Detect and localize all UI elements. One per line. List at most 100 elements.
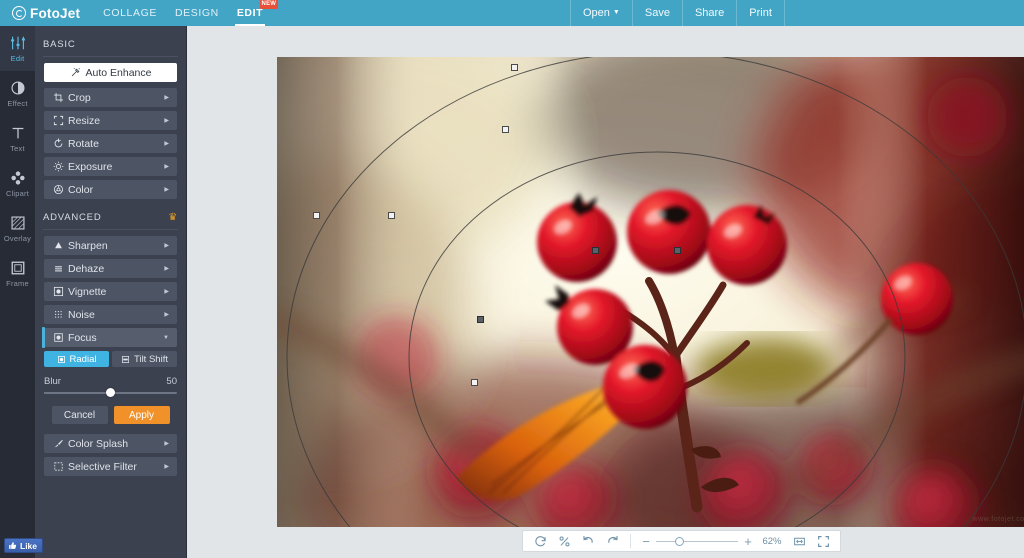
share-button[interactable]: Share xyxy=(681,0,736,26)
focus-mode-radial-label: Radial xyxy=(69,353,97,365)
advanced-item-color-splash[interactable]: Color Splash ▶ xyxy=(44,434,177,453)
logo-swirl-icon xyxy=(12,6,26,20)
redo-icon[interactable] xyxy=(601,531,623,551)
focus-handle-inner-bottom[interactable] xyxy=(476,315,484,323)
blur-slider-labels: Blur 50 xyxy=(44,376,177,387)
nav-tab-collage[interactable]: COLLAGE xyxy=(94,0,166,26)
blur-slider[interactable] xyxy=(44,388,177,397)
advanced-label-color-splash: Color Splash xyxy=(68,437,129,450)
advanced-item-selective-filter[interactable]: Selective Filter ▶ xyxy=(44,457,177,476)
rail-item-frame[interactable]: Frame xyxy=(0,251,35,296)
basic-label-rotate: Rotate xyxy=(68,137,99,150)
thumbs-up-icon xyxy=(9,542,17,549)
color-icon xyxy=(48,184,68,195)
rail-label-overlay: Overlay xyxy=(3,234,32,243)
blur-value: 50 xyxy=(166,376,177,387)
chevron-right-icon: ▶ xyxy=(164,464,169,470)
fotojet-logo[interactable]: FotoJet xyxy=(12,6,80,21)
rail-item-clipart[interactable]: Clipart xyxy=(0,161,35,206)
focus-handle-outer-left[interactable] xyxy=(312,211,320,219)
save-button[interactable]: Save xyxy=(631,0,682,26)
advanced-item-focus[interactable]: Focus ▼ xyxy=(42,327,177,348)
basic-item-crop[interactable]: Crop ▶ xyxy=(44,88,177,107)
header-actions: Open ▼ Save Share Print xyxy=(570,0,785,26)
focus-apply-button[interactable]: Apply xyxy=(113,406,170,424)
photo-image[interactable]: www.fotojet.com xyxy=(277,57,1024,527)
focus-mode-radial[interactable]: Radial xyxy=(44,351,109,367)
app-header: FotoJet COLLAGE DESIGN EDIT NEW Open ▼ Sa… xyxy=(0,0,1024,26)
print-button[interactable]: Print xyxy=(736,0,785,26)
crop-icon xyxy=(48,92,68,103)
rail-label-effect: Effect xyxy=(7,99,28,108)
basic-section-header: BASIC xyxy=(35,32,186,56)
chevron-right-icon: ▶ xyxy=(164,187,169,193)
rail-label-clipart: Clipart xyxy=(5,189,30,198)
rail-label-edit: Edit xyxy=(10,54,25,63)
photo-content xyxy=(277,57,1024,527)
focus-cancel-button[interactable]: Cancel xyxy=(51,406,108,424)
focus-mode-tiltshift[interactable]: Tilt Shift xyxy=(112,351,177,367)
clipart-icon xyxy=(10,171,25,185)
watermark: www.fotojet.com xyxy=(972,516,1024,523)
zoom-slider[interactable] xyxy=(656,531,738,551)
zoom-slider-handle[interactable] xyxy=(675,536,684,546)
advanced-label-selective-filter: Selective Filter xyxy=(68,460,137,473)
magic-wand-icon xyxy=(71,68,80,77)
basic-item-rotate[interactable]: Rotate ▶ xyxy=(44,134,177,153)
basic-item-exposure[interactable]: Exposure ▶ xyxy=(44,157,177,176)
basic-item-color[interactable]: Color ▶ xyxy=(44,180,177,199)
advanced-item-noise[interactable]: Noise ▶ xyxy=(44,305,177,324)
ratio-icon[interactable] xyxy=(553,531,575,551)
text-t-icon xyxy=(12,127,23,139)
tiltshift-icon xyxy=(122,355,129,363)
focus-handle-inner-left[interactable] xyxy=(387,211,395,219)
fullscreen-icon[interactable] xyxy=(812,531,834,551)
canvas-area[interactable]: www.fotojet.com xyxy=(187,26,1024,558)
blur-label: Blur xyxy=(44,376,61,387)
reset-icon[interactable] xyxy=(529,531,551,551)
basic-divider xyxy=(43,56,178,57)
rail-item-overlay[interactable]: Overlay xyxy=(0,206,35,251)
contrast-icon xyxy=(10,81,25,95)
advanced-item-sharpen[interactable]: Sharpen ▶ xyxy=(44,236,177,255)
chevron-right-icon: ▶ xyxy=(164,118,169,124)
blur-slider-handle[interactable] xyxy=(106,388,115,397)
auto-enhance-label: Auto Enhance xyxy=(85,66,152,79)
focus-handle-outer-top[interactable] xyxy=(510,63,518,71)
basic-label-crop: Crop xyxy=(68,91,91,104)
auto-enhance-button[interactable]: Auto Enhance xyxy=(44,63,177,82)
dehaze-icon xyxy=(48,263,68,274)
rail-label-frame: Frame xyxy=(6,279,29,288)
open-button[interactable]: Open ▼ xyxy=(570,0,632,26)
advanced-item-vignette[interactable]: Vignette ▶ xyxy=(44,282,177,301)
advanced-label-dehaze: Dehaze xyxy=(68,262,105,275)
focus-handle-outer-bottom[interactable] xyxy=(470,378,478,386)
rail-item-effect[interactable]: Effect xyxy=(0,71,35,116)
advanced-item-dehaze[interactable]: Dehaze ▶ xyxy=(44,259,177,278)
facebook-like-button[interactable]: Like xyxy=(4,538,44,553)
nav-tab-design[interactable]: DESIGN xyxy=(166,0,228,26)
zoom-in-button[interactable]: + xyxy=(740,535,756,548)
exposure-icon xyxy=(48,161,68,172)
focus-options: Radial Tilt Shift Blur 50 Cancel Apply xyxy=(44,351,177,424)
chevron-right-icon: ▶ xyxy=(164,441,169,447)
advanced-label-focus: Focus xyxy=(68,331,97,344)
fit-width-icon[interactable] xyxy=(788,531,810,551)
crown-icon: ♛ xyxy=(168,211,178,223)
focus-handle-inner-right[interactable] xyxy=(591,246,599,254)
chevron-down-icon: ▼ xyxy=(612,9,620,16)
radial-icon xyxy=(57,355,65,363)
zoom-out-button[interactable]: − xyxy=(638,535,654,548)
chevron-right-icon: ▶ xyxy=(164,164,169,170)
rail-item-edit[interactable]: Edit xyxy=(0,26,35,71)
frame-icon xyxy=(11,261,24,275)
nav-tab-edit[interactable]: EDIT NEW xyxy=(228,0,279,26)
focus-handle-inner-top[interactable] xyxy=(501,125,509,133)
basic-label-color: Color xyxy=(68,183,94,196)
focus-handle-outer-right[interactable] xyxy=(673,246,681,254)
rail-item-text[interactable]: Text xyxy=(0,116,35,161)
undo-icon[interactable] xyxy=(577,531,599,551)
focus-mode-segmented: Radial Tilt Shift xyxy=(44,351,177,367)
advanced-section-header: ADVANCED ♛ xyxy=(35,205,186,229)
basic-item-resize[interactable]: Resize ▶ xyxy=(44,111,177,130)
